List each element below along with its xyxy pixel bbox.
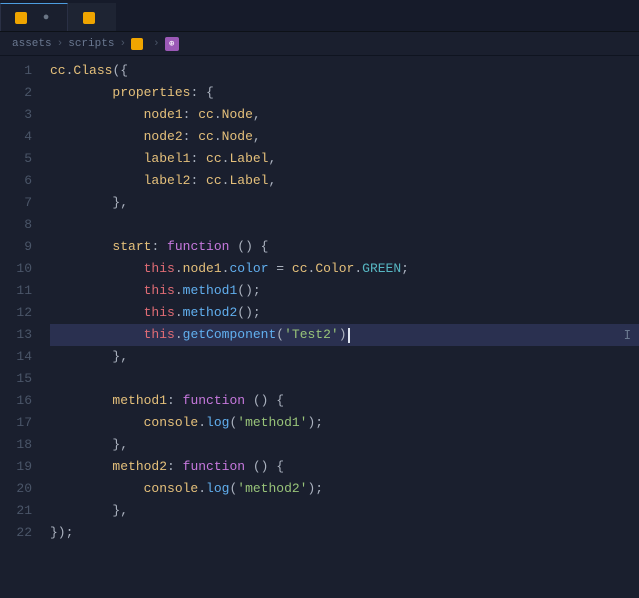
code-line-16: method1: function () { (50, 390, 639, 412)
code-line-4: node2: cc.Node, (50, 126, 639, 148)
code-line-18: }, (50, 434, 639, 456)
breadcrumb: assets › scripts › › ⊕ (0, 32, 639, 56)
code-line-19: method2: function () { (50, 456, 639, 478)
breadcrumb-scripts[interactable]: scripts (68, 38, 114, 50)
line-numbers: 1 2 3 4 5 6 7 8 9 10 11 12 13 14 15 16 1… (0, 56, 44, 598)
breadcrumb-file-icon (131, 38, 143, 50)
code-line-17: console.log('method1'); (50, 412, 639, 434)
editor-root: ● assets › scripts › › ⊕ 1 2 3 4 5 6 7 8… (0, 0, 639, 598)
code-line-2: properties: { (50, 82, 639, 104)
tab-test2[interactable] (68, 3, 116, 31)
code-line-6: label2: cc.Label, (50, 170, 639, 192)
code-line-12: this.method2(); (50, 302, 639, 324)
code-line-3: node1: cc.Node, (50, 104, 639, 126)
code-line-21: }, (50, 500, 639, 522)
code-line-8 (50, 214, 639, 236)
breadcrumb-sep3: › (153, 38, 160, 50)
code-line-14: }, (50, 346, 639, 368)
code-line-1: cc.Class({ (50, 60, 639, 82)
breadcrumb-func-icon: ⊕ (165, 37, 179, 51)
cursor-indicator: 𝙸 (624, 324, 631, 346)
tab-icon-test2 (83, 12, 95, 24)
tab-icon-test1 (15, 12, 27, 24)
code-line-20: console.log('method2'); (50, 478, 639, 500)
code-line-10: this.node1.color = cc.Color.GREEN; (50, 258, 639, 280)
breadcrumb-assets[interactable]: assets (12, 38, 52, 50)
code-line-7: }, (50, 192, 639, 214)
code-line-15 (50, 368, 639, 390)
editor-body[interactable]: 1 2 3 4 5 6 7 8 9 10 11 12 13 14 15 16 1… (0, 56, 639, 598)
breadcrumb-sep2: › (119, 38, 126, 50)
tab-close-test1[interactable]: ● (39, 11, 53, 25)
code-line-5: label1: cc.Label, (50, 148, 639, 170)
code-line-22: }); (50, 522, 639, 544)
tab-test1[interactable]: ● (0, 3, 68, 31)
code-line-13: this.getComponent('Test2') 𝙸 (50, 324, 639, 346)
code-area[interactable]: cc.Class({ properties: { node1: cc.Node,… (44, 56, 639, 598)
code-line-9: start: function () { (50, 236, 639, 258)
breadcrumb-sep1: › (57, 38, 64, 50)
tab-bar: ● (0, 0, 639, 32)
code-line-11: this.method1(); (50, 280, 639, 302)
